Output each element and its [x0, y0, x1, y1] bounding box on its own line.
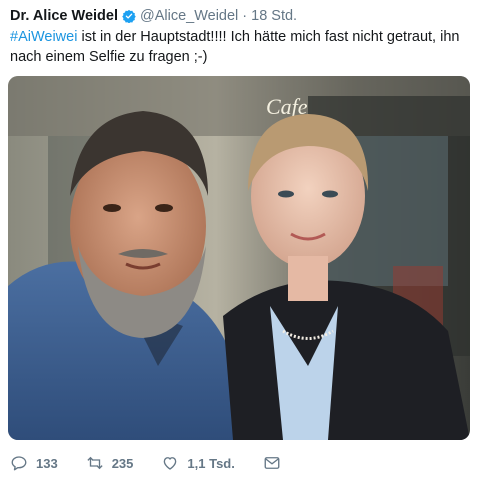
header-separator: ·: [242, 8, 248, 24]
author-name[interactable]: Dr. Alice Weidel: [10, 8, 118, 24]
retweet-icon: [87, 456, 103, 470]
tweet-text: #AiWeiwei ist in der Hauptstadt!!!! Ich …: [10, 27, 470, 67]
retweet-count: 235: [111, 455, 134, 471]
tweet-body: ist in der Hauptstadt!!!! Ich hätte mich…: [10, 29, 460, 65]
author-handle[interactable]: @Alice_Weidel: [140, 8, 238, 24]
reply-icon: [11, 456, 27, 471]
tweet-photo[interactable]: Cafe: [8, 76, 470, 440]
tweet-header: Dr. Alice Weidel @Alice_Weidel · 18 Std.: [10, 6, 297, 26]
message-button[interactable]: [263, 454, 289, 472]
tweet-actions: 133 235 1,1 Tsd.: [10, 452, 470, 474]
tweet-card: Dr. Alice Weidel @Alice_Weidel · 18 Std.…: [0, 0, 480, 480]
like-icon: [164, 457, 177, 470]
tweet-timestamp[interactable]: 18 Std.: [251, 8, 297, 24]
retweet-button[interactable]: 235: [86, 454, 134, 472]
selfie-photo: Cafe: [8, 76, 470, 440]
reply-count: 133: [36, 455, 58, 471]
like-count: 1,1 Tsd.: [187, 455, 235, 471]
reply-button[interactable]: 133: [10, 454, 58, 472]
hashtag-link[interactable]: #AiWeiwei: [10, 29, 77, 45]
message-icon: [264, 457, 280, 469]
like-button[interactable]: 1,1 Tsd.: [161, 454, 235, 472]
verified-badge-icon: [122, 9, 136, 23]
